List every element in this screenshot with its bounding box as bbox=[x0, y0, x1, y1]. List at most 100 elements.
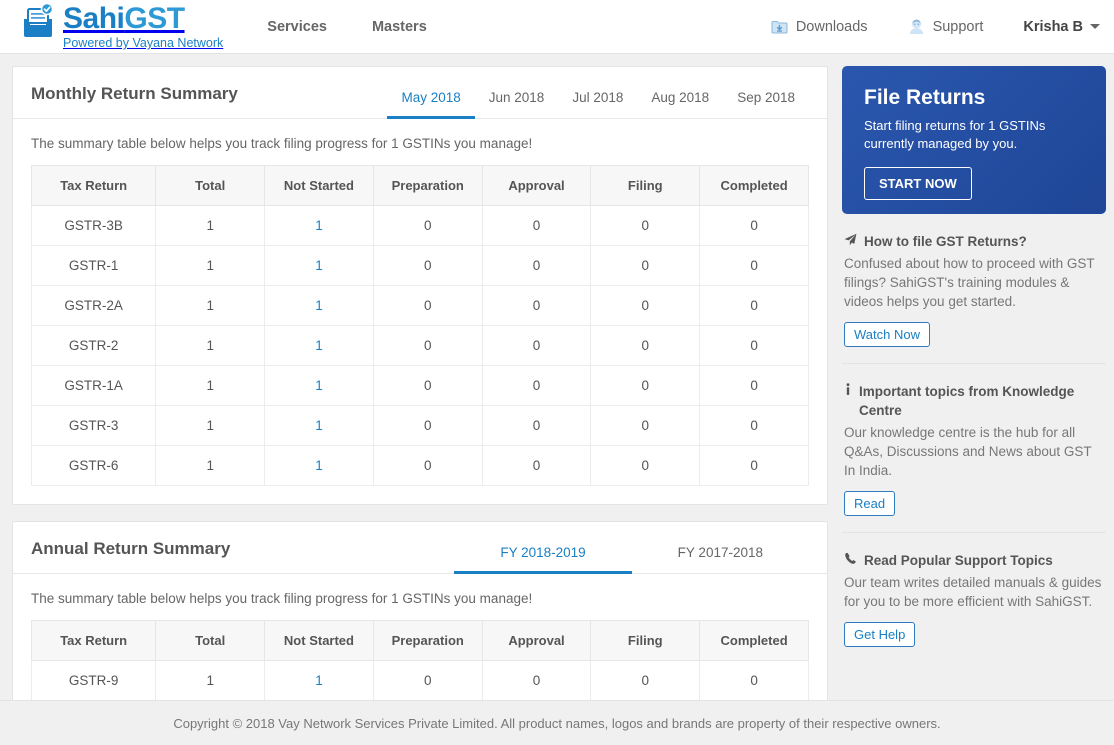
user-menu-button[interactable]: Krisha B bbox=[1023, 19, 1100, 35]
cell-preparation: 0 bbox=[372, 365, 483, 406]
brand-name: SahiGST bbox=[63, 2, 185, 35]
help-title: Important topics from Knowledge Centre bbox=[844, 382, 1104, 420]
cell-approval: 0 bbox=[481, 285, 592, 326]
cell-completed: 0 bbox=[699, 245, 809, 286]
table-row: GSTR-6 1 1 0 0 0 0 bbox=[30, 445, 809, 486]
table-row: GSTR-3B 1 1 0 0 0 0 bbox=[30, 205, 809, 246]
cell-approval: 0 bbox=[481, 325, 592, 366]
help-title: Read Popular Support Topics bbox=[844, 551, 1104, 570]
cell-tax-return: GSTR-3B bbox=[30, 205, 157, 246]
cell-total: 1 bbox=[155, 365, 266, 406]
cell-completed: 0 bbox=[699, 405, 809, 446]
annual-card-title: Annual Return Summary bbox=[31, 539, 231, 558]
cell-not-started[interactable]: 1 bbox=[264, 205, 374, 246]
downloads-link[interactable]: Downloads bbox=[771, 19, 868, 35]
cell-approval: 0 bbox=[481, 245, 592, 286]
cell-tax-return: GSTR-1 bbox=[30, 245, 157, 286]
main-navigation: Services Masters bbox=[267, 0, 471, 54]
cell-not-started[interactable]: 1 bbox=[264, 285, 374, 326]
cell-tax-return: GSTR-9 bbox=[30, 660, 157, 701]
help-body-text: Our knowledge centre is the hub for all … bbox=[844, 425, 1092, 478]
annual-summary-table: Tax Return Total Not Started Preparation… bbox=[30, 620, 809, 701]
cell-total: 1 bbox=[155, 660, 266, 701]
help-title-text: Read Popular Support Topics bbox=[864, 553, 1053, 568]
help-section-how-to-file: How to file GST Returns? Confused about … bbox=[842, 214, 1106, 364]
cell-tax-return: GSTR-6 bbox=[30, 445, 157, 486]
cell-total: 1 bbox=[155, 285, 266, 326]
cell-not-started[interactable]: 1 bbox=[264, 445, 374, 486]
table-row: GSTR-2 1 1 0 0 0 0 bbox=[30, 325, 809, 366]
support-agent-icon bbox=[908, 18, 925, 35]
help-section-support-topics: Read Popular Support Topics Our team wri… bbox=[842, 533, 1106, 663]
col-completed: Completed bbox=[699, 165, 809, 206]
col-completed: Completed bbox=[699, 620, 809, 661]
cell-not-started[interactable]: 1 bbox=[264, 245, 374, 286]
nav-item-masters[interactable]: Masters bbox=[372, 19, 427, 35]
cell-filing: 0 bbox=[590, 405, 701, 446]
tab-may-2018[interactable]: May 2018 bbox=[387, 90, 475, 119]
annual-card-body: The summary table below helps you track … bbox=[13, 574, 827, 719]
monthly-card-header: Monthly Return Summary May 2018 Jun 2018… bbox=[13, 67, 827, 119]
col-approval: Approval bbox=[481, 165, 592, 206]
tab-fy-2018-2019[interactable]: FY 2018-2019 bbox=[454, 545, 632, 574]
cell-filing: 0 bbox=[590, 285, 701, 326]
cell-not-started[interactable]: 1 bbox=[264, 405, 374, 446]
table-row: GSTR-9 1 1 0 0 0 0 bbox=[30, 660, 809, 701]
cell-not-started[interactable]: 1 bbox=[264, 365, 374, 406]
chevron-down-icon bbox=[1090, 24, 1100, 29]
annual-helper-text: The summary table below helps you track … bbox=[31, 591, 533, 606]
tab-sep-2018[interactable]: Sep 2018 bbox=[723, 90, 809, 119]
cell-not-started[interactable]: 1 bbox=[264, 660, 374, 701]
support-link[interactable]: Support bbox=[908, 18, 983, 35]
tab-aug-2018[interactable]: Aug 2018 bbox=[637, 90, 723, 119]
col-total: Total bbox=[155, 620, 266, 661]
help-section-knowledge-centre: Important topics from Knowledge Centre O… bbox=[842, 364, 1106, 533]
tab-jun-2018[interactable]: Jun 2018 bbox=[475, 90, 559, 119]
copyright-text: Copyright © 2018 Vay Network Services Pr… bbox=[173, 715, 941, 731]
cell-tax-return: GSTR-3 bbox=[30, 405, 157, 446]
help-body-text: Confused about how to proceed with GST f… bbox=[844, 256, 1095, 309]
col-preparation: Preparation bbox=[372, 165, 483, 206]
user-name-label: Krisha B bbox=[1023, 18, 1083, 35]
cell-total: 1 bbox=[155, 245, 266, 286]
cell-total: 1 bbox=[155, 325, 266, 366]
download-folder-icon bbox=[771, 19, 788, 35]
col-preparation: Preparation bbox=[372, 620, 483, 661]
cell-preparation: 0 bbox=[372, 325, 483, 366]
cell-approval: 0 bbox=[481, 365, 592, 406]
monthly-summary-table: Tax Return Total Not Started Preparation… bbox=[30, 165, 809, 486]
help-body-text: Our team writes detailed manuals & guide… bbox=[844, 575, 1102, 609]
brand-tagline: Powered by Vayana Network bbox=[63, 36, 224, 50]
phone-icon bbox=[844, 551, 857, 570]
cell-filing: 0 bbox=[590, 445, 701, 486]
brand-logo-link[interactable]: SahiGST Powered by Vayana Network bbox=[16, 2, 224, 50]
cell-completed: 0 bbox=[699, 205, 809, 246]
cell-preparation: 0 bbox=[372, 285, 483, 326]
site-header: SahiGST Powered by Vayana Network Servic… bbox=[0, 0, 1114, 54]
paper-plane-icon bbox=[844, 232, 857, 251]
cell-approval: 0 bbox=[481, 205, 592, 246]
start-now-button[interactable]: START NOW bbox=[864, 167, 972, 200]
cell-total: 1 bbox=[155, 445, 266, 486]
cell-filing: 0 bbox=[590, 365, 701, 406]
cell-tax-return: GSTR-2A bbox=[30, 285, 157, 326]
help-title: How to file GST Returns? bbox=[844, 232, 1104, 251]
cell-filing: 0 bbox=[590, 205, 701, 246]
cell-preparation: 0 bbox=[372, 660, 483, 701]
info-icon bbox=[844, 382, 852, 401]
col-tax-return: Tax Return bbox=[30, 620, 157, 661]
header-right-actions: Downloads Support Krisha B bbox=[731, 0, 1100, 54]
get-help-button[interactable]: Get Help bbox=[844, 622, 916, 647]
watch-now-button[interactable]: Watch Now bbox=[844, 322, 930, 347]
promo-subtitle: Start filing returns for 1 GSTINs curren… bbox=[864, 118, 1046, 151]
downloads-label: Downloads bbox=[795, 18, 868, 35]
cell-approval: 0 bbox=[481, 445, 592, 486]
cell-not-started[interactable]: 1 bbox=[264, 325, 374, 366]
nav-item-services[interactable]: Services bbox=[267, 19, 327, 35]
cell-approval: 0 bbox=[481, 660, 592, 701]
tab-fy-2017-2018[interactable]: FY 2017-2018 bbox=[632, 545, 809, 574]
cell-completed: 0 bbox=[699, 285, 809, 326]
read-button[interactable]: Read bbox=[844, 491, 896, 516]
sidebar: File Returns Start filing returns for 1 … bbox=[842, 66, 1106, 714]
tab-jul-2018[interactable]: Jul 2018 bbox=[558, 90, 637, 119]
